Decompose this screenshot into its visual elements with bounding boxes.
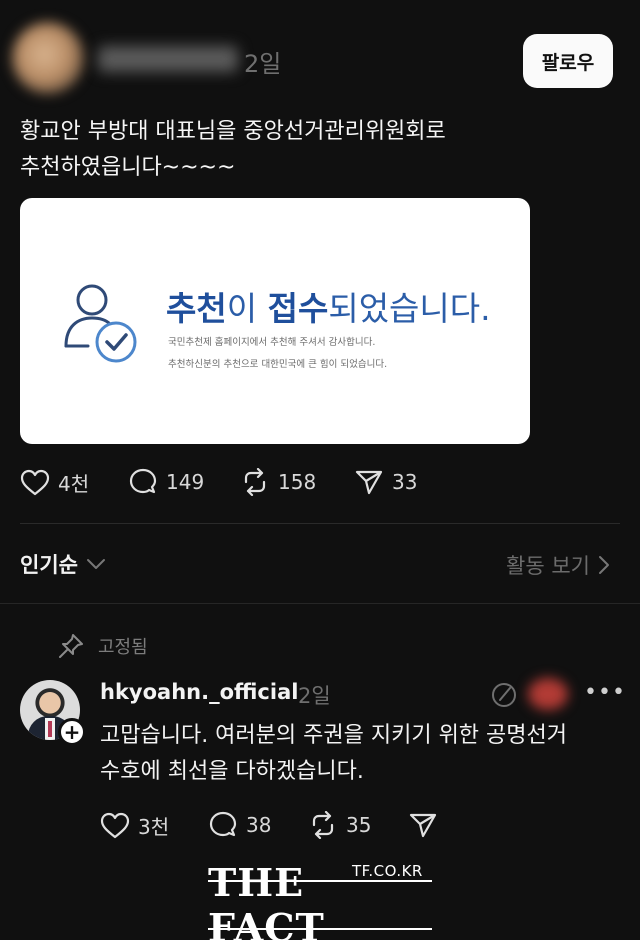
- card-title: 추천이 접수되었습니다.: [166, 282, 491, 330]
- comment-time: 2일: [298, 684, 331, 708]
- comment-button[interactable]: 149: [128, 468, 204, 496]
- post-text: 황교안 부방대 대표님을 중앙선거관리위원회로 추천하였읍니다~~~~: [20, 114, 620, 186]
- chevron-right-icon: [599, 556, 609, 574]
- comment-reply-button[interactable]: 38: [208, 811, 271, 839]
- comment-text-line: 수호에 최선을 다하겠습니다.: [100, 759, 364, 784]
- like-button[interactable]: 4천: [20, 468, 89, 497]
- user-check-icon: [64, 284, 137, 363]
- follow-plus-icon[interactable]: +: [58, 718, 86, 746]
- more-options-icon[interactable]: •••: [584, 680, 626, 705]
- section-divider: [0, 603, 640, 604]
- pinned-label: 고정됨: [98, 637, 148, 658]
- share-icon: [355, 470, 383, 495]
- repost-count: 158: [278, 470, 317, 494]
- card-title-text: 이: [226, 289, 268, 328]
- share-count: 33: [392, 470, 418, 494]
- post-author-name-blurred[interactable]: [98, 46, 238, 72]
- post-image-card[interactable]: 추천이 접수되었습니다. 국민추천제 홈페이지에서 추천해 주셔서 감사합니다.…: [20, 198, 530, 444]
- comment-share-button[interactable]: [408, 811, 438, 839]
- comment-username[interactable]: hkyoahn._official: [100, 680, 298, 704]
- sort-dropdown[interactable]: 인기순: [20, 549, 106, 579]
- view-activity-link[interactable]: 활동 보기: [506, 550, 610, 580]
- comment-reply-count: 38: [246, 813, 272, 837]
- repost-icon: [244, 468, 266, 496]
- post-text-line: 황교안 부방대 대표님을 중앙선거관리위원회로: [20, 119, 446, 144]
- card-title-bold: 접수: [267, 289, 329, 328]
- post-time: 2일: [244, 50, 282, 78]
- post-actions: 4천 149 158 33: [20, 468, 620, 508]
- comment-repost-count: 35: [346, 813, 372, 837]
- follow-button[interactable]: 팔로우: [523, 34, 613, 88]
- post-author-avatar[interactable]: [12, 22, 84, 94]
- share-icon: [409, 813, 437, 838]
- comment-like-button[interactable]: 3천: [100, 811, 169, 840]
- comment-repost-button[interactable]: 35: [308, 811, 371, 839]
- comment-actions: 3천 38 35: [100, 811, 600, 851]
- card-subtext: 국민추천제 홈페이지에서 추천해 주셔서 감사합니다.: [168, 337, 376, 348]
- comment-text: 고맙습니다. 여러분의 주권을 지키기 위한 공명선거 수호에 최선을 다하겠습…: [100, 718, 620, 790]
- chevron-down-icon: [86, 559, 105, 569]
- sort-label: 인기순: [20, 553, 78, 577]
- pinned-indicator: 고정됨: [58, 633, 148, 659]
- heart-icon: [100, 812, 130, 838]
- comment-icon: [209, 811, 237, 837]
- blurred-reaction-avatar: [528, 678, 568, 710]
- comment-count: 149: [166, 470, 205, 494]
- repost-icon: [312, 811, 334, 839]
- repost-button[interactable]: 158: [240, 468, 316, 496]
- edit-icon[interactable]: [490, 681, 518, 709]
- pin-icon: [59, 634, 83, 658]
- watermark-logo: THE FACT: [208, 860, 432, 940]
- card-subtext: 추천하신분의 추천으로 대한민국에 큰 힘이 되었습니다.: [168, 359, 388, 370]
- divider: [20, 523, 620, 524]
- like-count: 4천: [58, 472, 90, 496]
- card-title-bold: 추천: [166, 289, 227, 328]
- comment-like-count: 3천: [138, 815, 170, 839]
- comment-icon: [129, 468, 157, 494]
- view-activity-label: 활동 보기: [506, 554, 590, 578]
- share-button[interactable]: 33: [354, 468, 417, 496]
- heart-icon: [20, 469, 50, 495]
- post-text-line: 추천하였읍니다~~~~: [20, 155, 236, 180]
- card-title-text: 되었습니다.: [328, 289, 491, 328]
- comment-text-line: 고맙습니다. 여러분의 주권을 지키기 위한 공명선거: [100, 723, 568, 748]
